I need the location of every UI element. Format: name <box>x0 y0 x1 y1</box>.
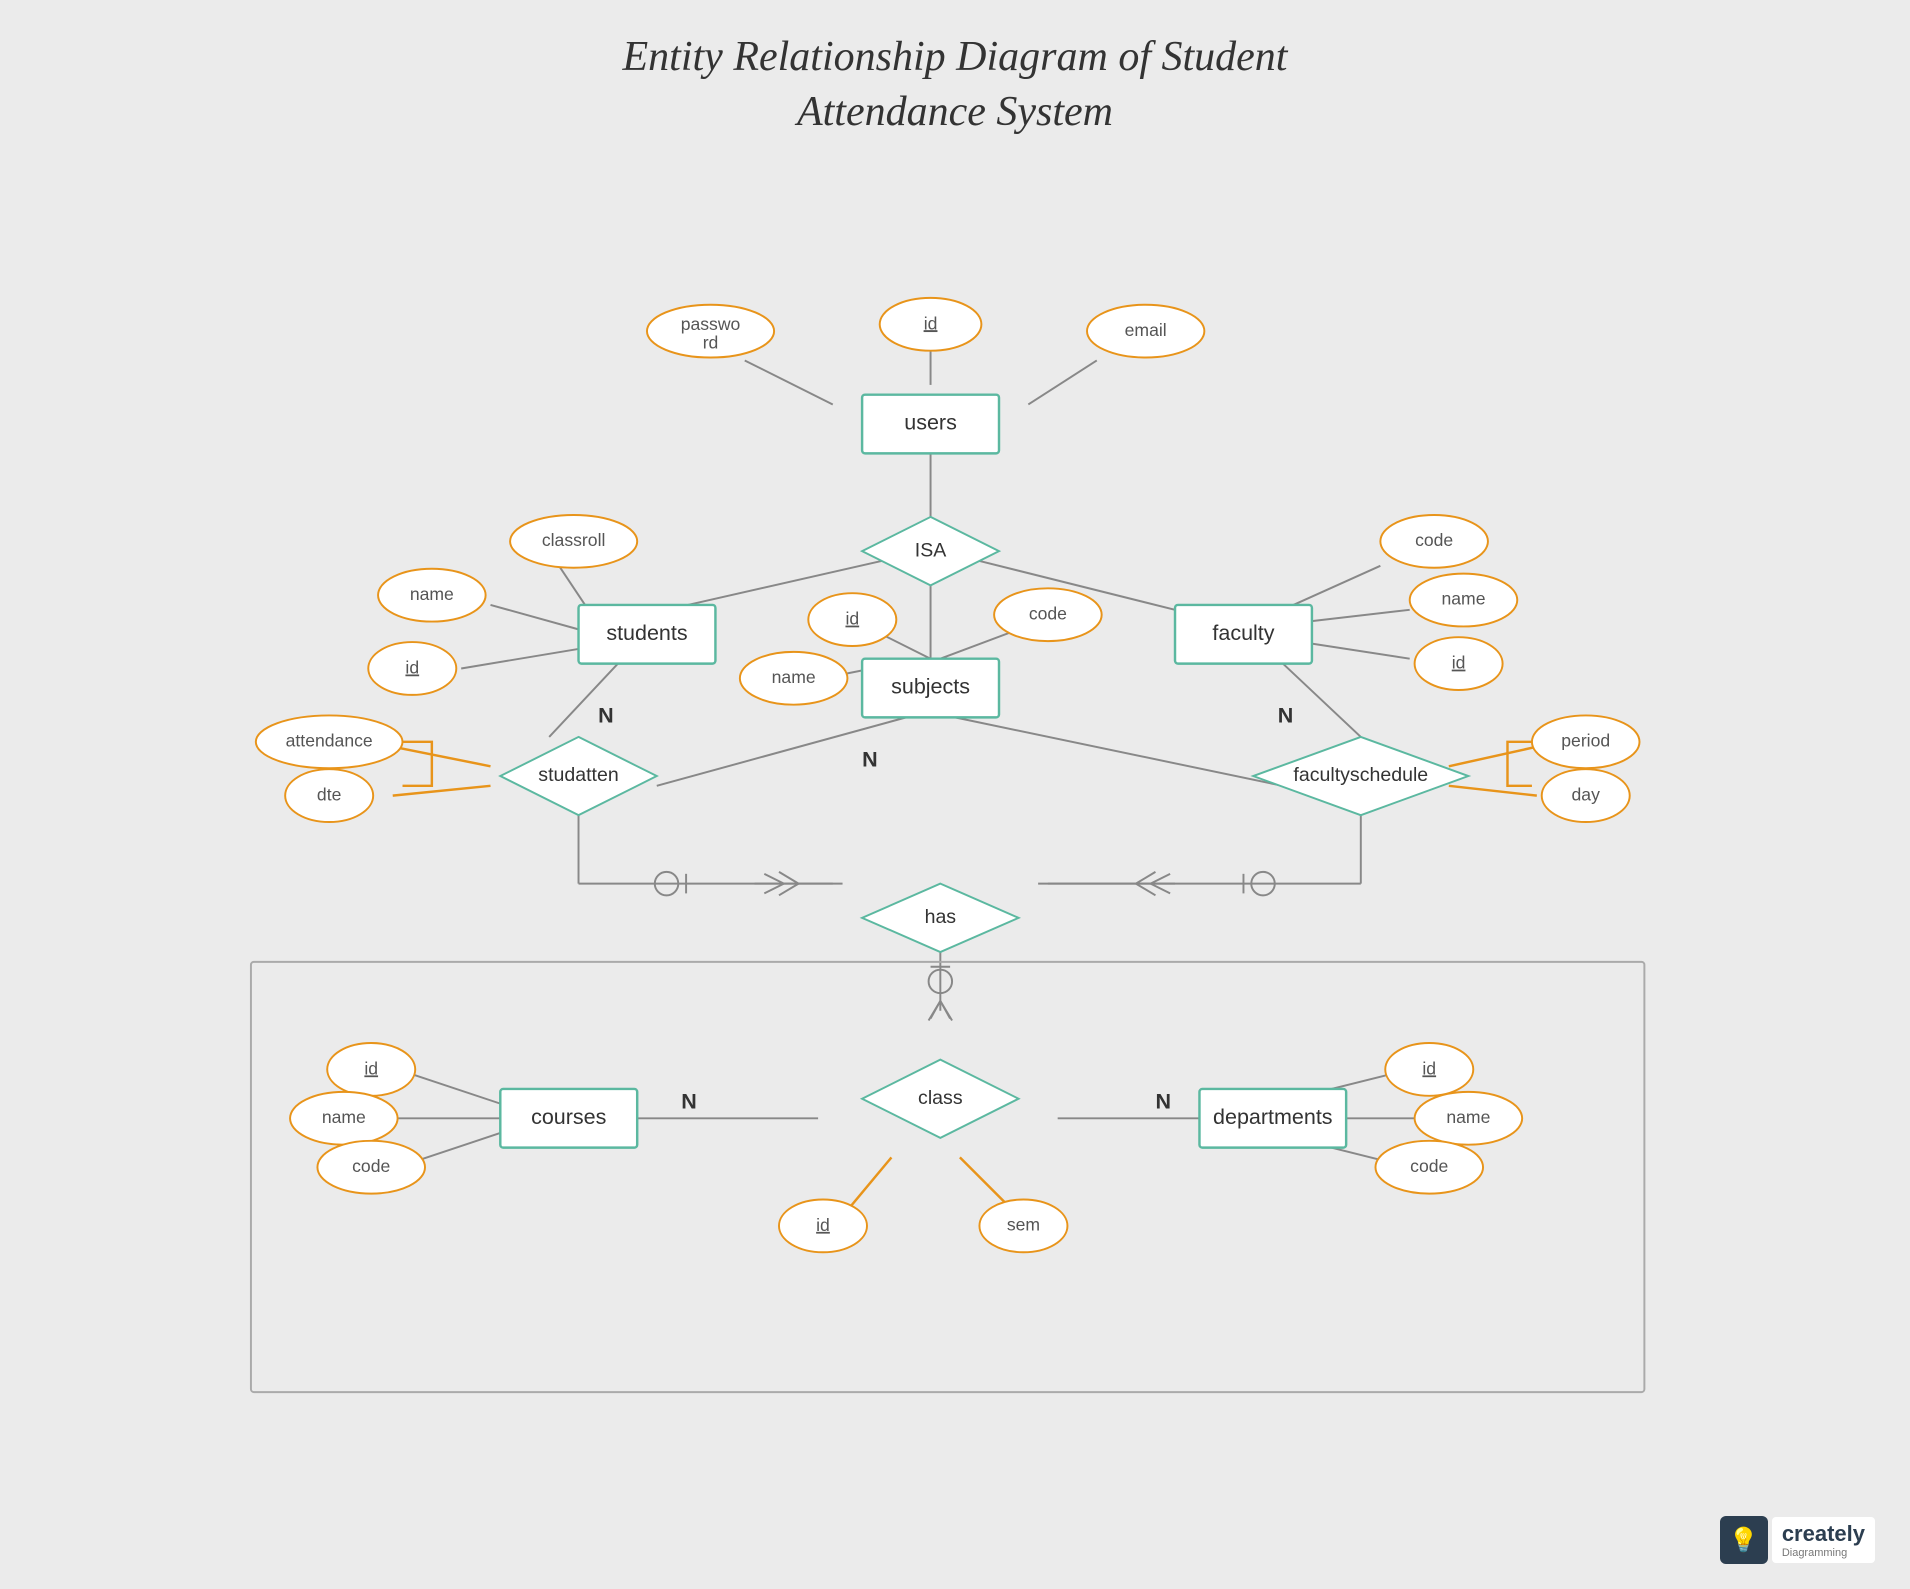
attr-subjects-name: name <box>772 667 816 687</box>
diagram-area: N N N <box>60 160 1850 1529</box>
attr-students-id: id <box>405 657 419 677</box>
entity-faculty: faculty <box>1212 621 1274 645</box>
attr-students-classroll: classroll <box>542 530 606 550</box>
watermark-text: creately Diagramming <box>1772 1517 1875 1563</box>
attr-departments-name: name <box>1446 1107 1490 1127</box>
attr-departments-id: id <box>1422 1058 1436 1078</box>
facultyschedule-label: facultyschedule <box>1293 764 1428 786</box>
title-area: Entity Relationship Diagram of Student A… <box>605 30 1305 139</box>
attr-users-password: passwo <box>681 314 741 334</box>
attr-class-id: id <box>816 1215 830 1235</box>
attr-users-password2: rd <box>703 332 719 352</box>
attr-faculty-name: name <box>1441 589 1485 609</box>
entity-users: users <box>904 411 957 435</box>
main-container: Entity Relationship Diagram of Student A… <box>0 0 1910 1589</box>
attr-departments-code: code <box>1410 1156 1448 1176</box>
watermark: 💡 creately Diagramming <box>1720 1516 1875 1564</box>
attr-faculty-id: id <box>1452 652 1466 672</box>
brand-subtitle: Diagramming <box>1782 1547 1865 1559</box>
attr-users-id: id <box>924 313 938 333</box>
brand-name: creately <box>1782 1521 1865 1547</box>
entity-courses: courses <box>531 1105 606 1129</box>
entity-departments: departments <box>1213 1105 1333 1129</box>
attr-studatten-attendance: attendance <box>286 730 373 750</box>
has-label: has <box>925 906 957 928</box>
attr-faculty-code: code <box>1415 530 1453 550</box>
svg-text:N: N <box>1155 1090 1171 1114</box>
attr-studatten-dte: dte <box>317 784 341 804</box>
entity-subjects: subjects <box>891 675 970 699</box>
attr-subjects-id: id <box>845 608 859 628</box>
attr-class-sem: sem <box>1007 1215 1040 1235</box>
isa-label: ISA <box>915 539 947 561</box>
svg-text:N: N <box>598 703 614 727</box>
attr-courses-name: name <box>322 1107 366 1127</box>
attr-courses-id: id <box>364 1058 378 1078</box>
attr-courses-code: code <box>352 1156 390 1176</box>
bulb-icon: 💡 <box>1729 1526 1759 1555</box>
attr-students-name: name <box>410 584 454 604</box>
class-label: class <box>918 1087 963 1109</box>
svg-text:N: N <box>862 747 878 771</box>
attr-subjects-code: code <box>1029 603 1067 623</box>
attr-users-email: email <box>1125 320 1167 340</box>
attr-facultyschedule-day: day <box>1572 784 1601 804</box>
entity-students: students <box>606 621 687 645</box>
svg-text:N: N <box>681 1090 697 1114</box>
studatten-label: studatten <box>538 764 618 786</box>
diagram-title: Entity Relationship Diagram of Student A… <box>605 30 1305 139</box>
svg-text:N: N <box>1278 703 1294 727</box>
watermark-logo: 💡 <box>1720 1516 1768 1564</box>
attr-facultyschedule-period: period <box>1561 730 1610 750</box>
